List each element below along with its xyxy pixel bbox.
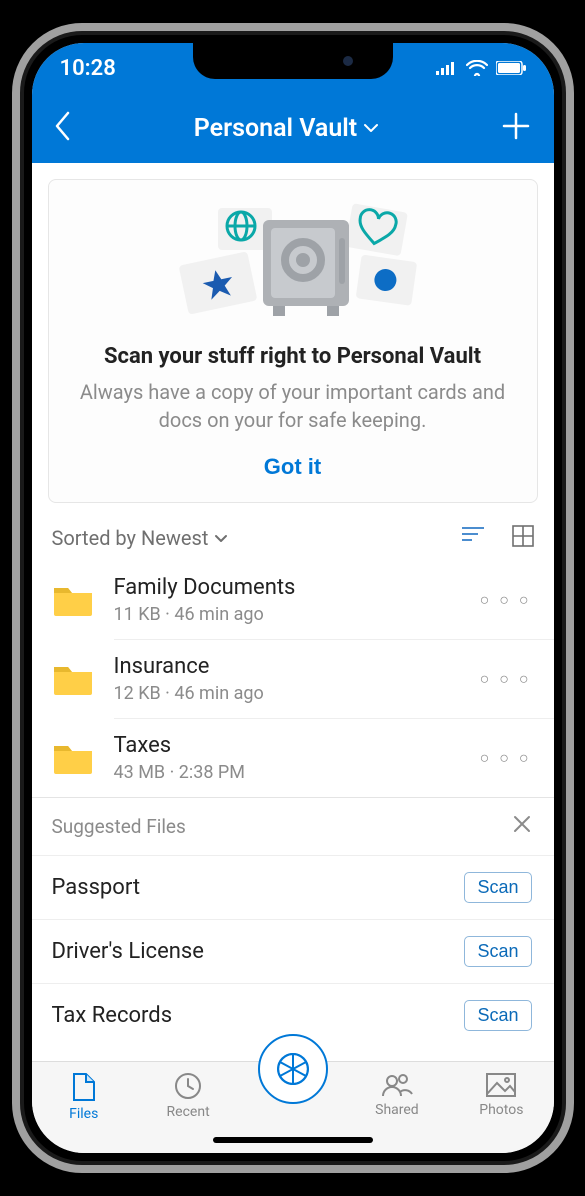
screen: 10:28 Personal Vault [32, 43, 554, 1153]
chevron-down-icon [214, 534, 228, 543]
aperture-icon [275, 1051, 311, 1087]
phone-frame: 10:28 Personal Vault [12, 23, 574, 1173]
page-title: Personal Vault [194, 114, 357, 143]
sort-dropdown[interactable]: Sorted by Newest [52, 526, 229, 550]
file-meta: 12 KB · 46 min ago [114, 683, 480, 704]
status-indicators [436, 60, 526, 76]
tab-files[interactable]: Files [32, 1072, 136, 1122]
back-button[interactable] [54, 111, 72, 145]
list-icon [462, 525, 484, 543]
sort-row: Sorted by Newest [32, 519, 554, 561]
more-button[interactable]: ○ ○ ○ [480, 748, 532, 768]
cellular-icon [436, 61, 458, 75]
list-view-button[interactable] [462, 525, 484, 551]
suggested-name: Tax Records [52, 1003, 173, 1028]
folder-icon [52, 661, 94, 697]
tab-label: Shared [375, 1102, 419, 1118]
grid-view-button[interactable] [512, 525, 534, 551]
tab-recent[interactable]: Recent [136, 1072, 240, 1120]
scan-button[interactable]: Scan [464, 936, 531, 967]
list-item[interactable]: Insurance 12 KB · 46 min ago ○ ○ ○ [52, 640, 554, 718]
promo-dismiss-button[interactable]: Got it [264, 454, 321, 480]
tab-bar: Files Recent Shared Photos [32, 1061, 554, 1153]
tab-shared[interactable]: Shared [345, 1072, 449, 1118]
list-item[interactable]: Family Documents 11 KB · 46 min ago ○ ○ … [52, 561, 554, 639]
promo-subtitle: Always have a copy of your important car… [73, 379, 513, 434]
add-button[interactable] [501, 111, 531, 145]
nav-title-dropdown[interactable]: Personal Vault [194, 114, 379, 143]
nav-bar: Personal Vault [32, 93, 554, 163]
scan-button[interactable]: Scan [464, 872, 531, 903]
chevron-down-icon [363, 123, 379, 133]
promo-illustration [73, 198, 513, 328]
suggested-name: Driver's License [52, 939, 204, 964]
clock-icon [174, 1072, 202, 1100]
tab-photos[interactable]: Photos [449, 1072, 553, 1118]
more-button[interactable]: ○ ○ ○ [480, 590, 532, 610]
folder-icon [52, 582, 94, 618]
camera-scan-button[interactable] [258, 1034, 328, 1104]
people-icon [381, 1072, 413, 1098]
tab-label: Files [69, 1106, 98, 1122]
grid-icon [512, 525, 534, 547]
file-meta: 11 KB · 46 min ago [114, 604, 480, 625]
suggested-name: Passport [52, 875, 141, 900]
list-item[interactable]: Taxes 43 MB · 2:38 PM ○ ○ ○ [52, 719, 554, 797]
content-area: Scan your stuff right to Personal Vault … [32, 163, 554, 1061]
suggested-item: Driver's License Scan [32, 919, 554, 983]
close-suggested-button[interactable] [512, 814, 532, 839]
chevron-left-icon [54, 111, 72, 141]
file-list: Family Documents 11 KB · 46 min ago ○ ○ … [32, 561, 554, 797]
sort-label-text: Sorted by Newest [52, 526, 209, 550]
battery-icon [496, 61, 526, 75]
folder-icon [52, 740, 94, 776]
vault-illustration-icon [163, 198, 423, 328]
suggested-header: Suggested Files [32, 797, 554, 855]
home-indicator[interactable] [213, 1137, 373, 1143]
notch [193, 43, 393, 79]
file-name: Family Documents [114, 575, 480, 600]
promo-title: Scan your stuff right to Personal Vault [73, 344, 513, 369]
wifi-icon [466, 60, 488, 76]
file-name: Insurance [114, 654, 480, 679]
close-icon [512, 814, 532, 834]
status-time: 10:28 [60, 56, 116, 81]
promo-card: Scan your stuff right to Personal Vault … [48, 179, 538, 503]
image-icon [485, 1072, 517, 1098]
file-meta: 43 MB · 2:38 PM [114, 762, 480, 783]
tab-label: Photos [479, 1102, 523, 1118]
plus-icon [501, 111, 531, 141]
file-icon [71, 1072, 97, 1102]
suggested-title: Suggested Files [52, 815, 186, 838]
suggested-item: Passport Scan [32, 855, 554, 919]
more-button[interactable]: ○ ○ ○ [480, 669, 532, 689]
tab-label: Recent [167, 1104, 210, 1120]
file-name: Taxes [114, 733, 480, 758]
scan-button[interactable]: Scan [464, 1000, 531, 1031]
